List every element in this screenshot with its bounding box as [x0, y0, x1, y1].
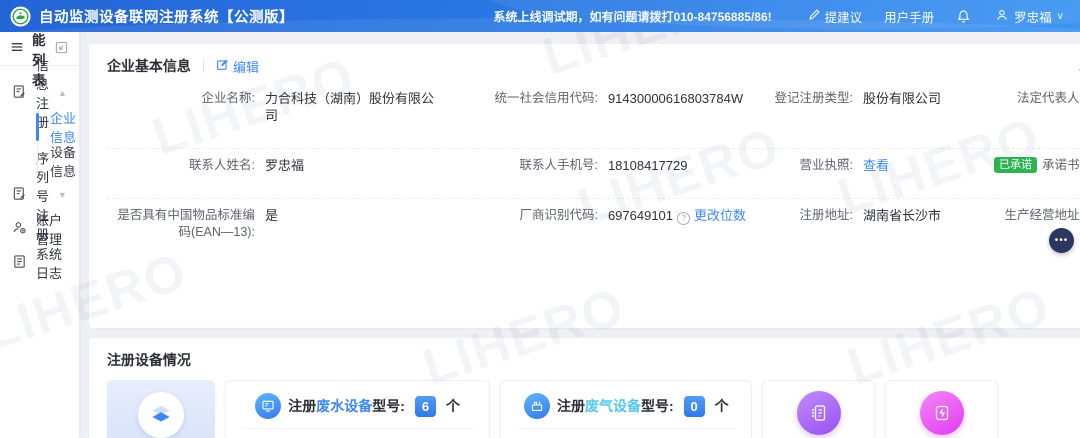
change-digits-link[interactable]: 更改位数	[694, 208, 746, 223]
person-icon	[12, 220, 27, 238]
enterprise-info-panel: 企业基本信息 编辑 收起 企业名称: 力合科技（湖南）股份有限公司 统一社会信用…	[89, 44, 1080, 328]
company-name-value: 力合科技（湖南）股份有限公司	[265, 90, 460, 124]
doc-edit-icon	[12, 84, 27, 102]
total-models-card: 设备注册型号 (个) 7	[107, 380, 215, 438]
enterprise-row-1: 企业名称: 力合科技（湖南）股份有限公司 统一社会信用代码: 914300006…	[107, 82, 1080, 148]
edit-icon	[216, 58, 229, 74]
sidebar: 功能列表 信息注册 ▲ 企业信息 设备信息 序列号注册 ▼	[0, 32, 79, 438]
suggest-label: 提建议	[825, 7, 863, 26]
view-license-link[interactable]: 查看	[863, 158, 889, 173]
main-content: 企业基本信息 编辑 收起 企业名称: 力合科技（湖南）股份有限公司 统一社会信用…	[79, 32, 1080, 438]
edit-label: 编辑	[233, 57, 259, 76]
manual-button[interactable]: 用户手册	[884, 7, 934, 26]
caret-up-icon: ▲	[58, 88, 67, 98]
collector-icon	[797, 391, 841, 435]
field-label: 法定代表人:	[981, 90, 1080, 107]
chevron-down-icon: ∨	[1057, 11, 1064, 22]
app-logo-icon	[10, 6, 31, 27]
contact-phone-value: 18108417729	[608, 157, 773, 174]
vendor-code-cell: 697649101? 更改位数	[608, 207, 773, 225]
submenu-label: 企业信息	[50, 108, 79, 146]
collector-card: 注册数采仪 设备型号(个) 1	[762, 380, 875, 438]
hamburger-icon[interactable]	[10, 40, 24, 57]
notification-bell-icon[interactable]	[956, 9, 971, 24]
wastewater-card: 注册废水设备型号: 6 个 水质自动分析仪4 个,占比 66.67%水质参数分析…	[225, 380, 490, 438]
caret-down-icon: ▼	[58, 190, 67, 200]
sidebar-item-system-log[interactable]: 系统日志	[0, 246, 79, 280]
enterprise-row-2: 联系人姓名: 罗忠福 联系人手机号: 18108417729 营业执照: 查看 …	[107, 148, 1080, 198]
wastewater-count-badge: 6	[415, 396, 436, 417]
system-notice: 系统上线调试期，如有问题请拨打010-84756885/86!	[494, 8, 772, 25]
power-monitor-card: 注册用电监测 设备型号(个) 0	[885, 380, 998, 438]
device-overview-panel: 注册设备情况 设备注册型号 (个) 7	[89, 338, 1080, 438]
app-title: 自动监测设备联网注册系统【公测版】	[39, 6, 294, 27]
field-label: 联系人手机号:	[480, 157, 608, 174]
file-log-icon	[12, 254, 27, 272]
sidebar-collapse-icon[interactable]	[54, 40, 69, 58]
field-label: 生产经营地址:	[981, 207, 1080, 224]
menu-label: 账户管理	[36, 210, 67, 248]
enterprise-panel-title: 企业基本信息	[107, 56, 191, 76]
sidebar-item-serial-register[interactable]: 序列号注册 ▼	[0, 178, 79, 212]
credit-code-value: 91430000616803784W	[608, 90, 773, 107]
reg-type-value: 股份有限公司	[863, 90, 981, 107]
topbar-right: 系统上线调试期，如有问题请拨打010-84756885/86! 提建议 用户手册…	[494, 7, 1064, 26]
manual-label: 用户手册	[884, 7, 934, 26]
overview-title: 注册设备情况	[107, 350, 1080, 370]
sidebar-item-account-mgmt[interactable]: 账户管理	[0, 212, 79, 246]
sidebar-menu: 信息注册 ▲ 企业信息 设备信息 序列号注册 ▼ 账户管理	[0, 66, 79, 280]
sidebar-item-info-register[interactable]: 信息注册 ▲	[0, 76, 79, 110]
floating-widget-button[interactable]: •••	[1049, 228, 1074, 253]
vendor-code-value: 697649101	[608, 208, 673, 223]
user-menu[interactable]: 罗忠福 ∨	[995, 7, 1064, 26]
field-label: 注册地址:	[773, 207, 863, 224]
field-label: 承诺书:	[1042, 158, 1080, 172]
submenu-label: 设备信息	[50, 142, 79, 180]
unit-label: 个	[715, 396, 729, 416]
wastewater-card-title: 注册废水设备型号:	[288, 396, 405, 416]
gas-card: 注册废气设备型号: 0 个 暂无数据	[500, 380, 752, 438]
field-label: 厂商识别代码:	[480, 207, 608, 224]
suggest-button[interactable]: 提建议	[808, 7, 863, 26]
divider	[203, 59, 204, 73]
reg-addr-value: 湖南省长沙市	[863, 207, 981, 224]
submenu-info-register: 企业信息 设备信息	[0, 110, 79, 178]
gas-count-badge: 0	[684, 396, 705, 417]
gas-card-title: 注册废气设备型号:	[557, 396, 674, 416]
username: 罗忠福	[1014, 7, 1052, 26]
field-label: 是否具有中国物品标准编码(EAN—13):	[107, 207, 265, 241]
edit-button[interactable]: 编辑	[216, 57, 259, 76]
ean-value: 是	[265, 207, 480, 224]
promised-badge: 已承诺	[994, 157, 1037, 173]
field-label: 营业执照:	[773, 157, 863, 174]
doc-edit-icon	[12, 186, 27, 204]
contact-name-value: 罗忠福	[265, 157, 480, 174]
promise-label-cell: 已承诺承诺书:	[981, 157, 1080, 174]
sidebar-item-device-info[interactable]: 设备信息	[0, 144, 79, 178]
enterprise-row-3: 是否具有中国物品标准编码(EAN—13): 是 厂商识别代码: 69764910…	[107, 198, 1080, 316]
pencil-icon	[808, 8, 821, 24]
power-meter-icon	[920, 391, 964, 435]
unit-label: 个	[446, 396, 460, 416]
field-label: 登记注册类型:	[773, 90, 863, 107]
brand: 自动监测设备联网注册系统【公测版】	[10, 6, 294, 27]
water-device-icon	[255, 393, 281, 419]
overview-cards: 设备注册型号 (个) 7 注册废水设备型号: 6 个	[107, 380, 1080, 438]
menu-label: 系统日志	[36, 244, 67, 282]
field-label: 联系人姓名:	[107, 157, 265, 174]
sidebar-item-enterprise-info[interactable]: 企业信息	[0, 110, 79, 144]
gas-device-icon	[524, 393, 550, 419]
layers-icon	[138, 392, 184, 438]
topbar: 自动监测设备联网注册系统【公测版】 系统上线调试期，如有问题请拨打010-847…	[0, 0, 1080, 32]
field-label: 统一社会信用代码:	[480, 90, 608, 107]
question-circle-icon[interactable]: ?	[677, 212, 690, 225]
field-label: 企业名称:	[107, 90, 265, 107]
user-icon	[995, 8, 1009, 25]
